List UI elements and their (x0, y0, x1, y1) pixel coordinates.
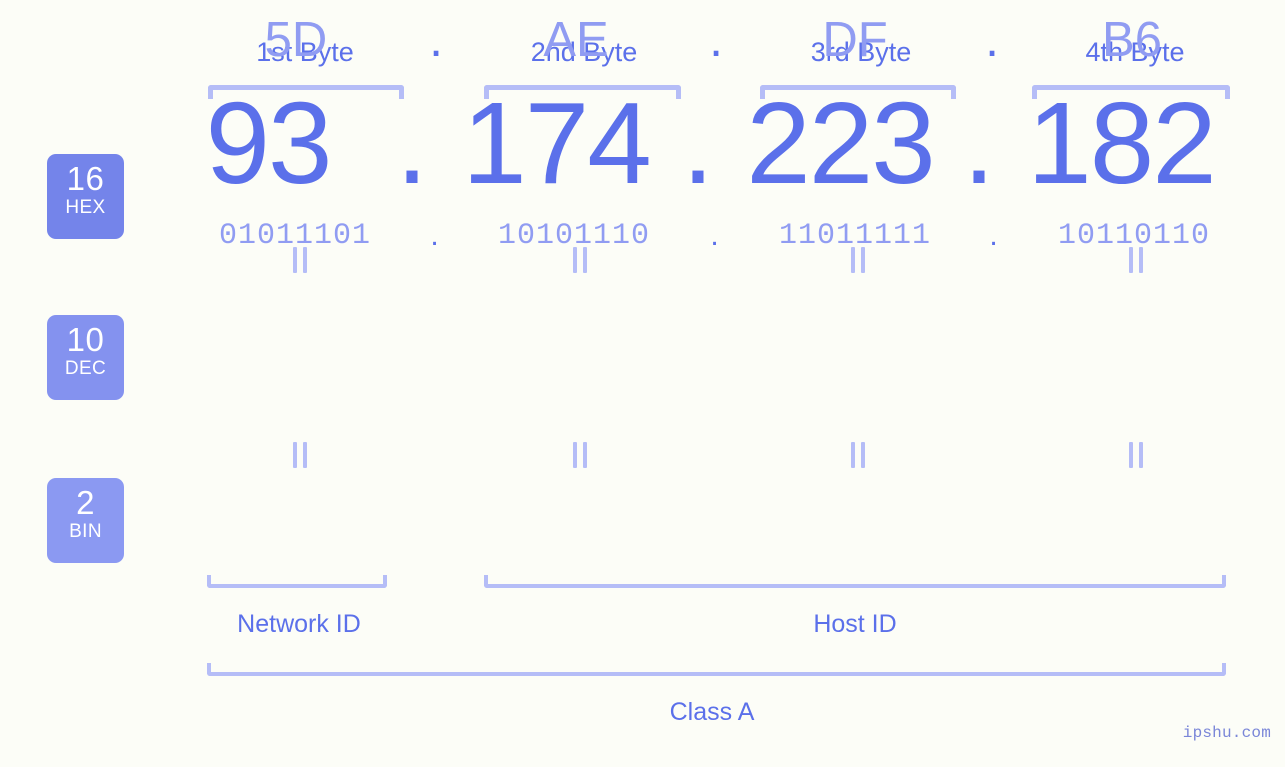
hex-row: 5D . AE . DF . B6 (0, 0, 1285, 80)
base-badge-hex: 16 HEX (47, 154, 124, 239)
dec-value-byte-1: 93 (205, 78, 332, 208)
equality-mark-dec-bin-2 (573, 442, 587, 468)
network-id-bracket (207, 575, 387, 588)
dec-value-byte-3: 223 (746, 78, 936, 208)
hex-value-byte-3: DF (822, 13, 888, 67)
bin-value-byte-3: 11011111 (778, 219, 932, 253)
hex-value-byte-2: AE (543, 13, 609, 67)
dec-value-byte-4: 182 (1027, 78, 1217, 208)
class-label: Class A (669, 698, 755, 726)
bin-value-byte-4: 10110110 (1057, 219, 1211, 253)
dec-row: 93 . 174 . 223 . 182 (0, 80, 1285, 206)
bin-value-byte-2: 10101110 (497, 219, 651, 253)
hex-value-byte-4: B6 (1102, 13, 1162, 67)
bin-row: 01011101 . 10101110 . 11011111 . 1011011… (0, 206, 1285, 266)
base-badge-bin-name: BIN (69, 521, 102, 542)
base-badge-hex-number: 16 (66, 160, 105, 197)
base-badge-hex-name: HEX (65, 197, 106, 218)
hex-separator-2: . (709, 13, 723, 67)
host-id-label: Host ID (813, 610, 897, 638)
hex-separator-1: . (429, 13, 443, 67)
site-watermark: ipshu.com (1182, 724, 1271, 742)
dec-value-byte-2: 174 (462, 78, 652, 208)
class-bracket (207, 663, 1226, 676)
bin-separator-1: . (430, 219, 440, 252)
host-id-bracket (484, 575, 1226, 588)
base-badge-dec: 10 DEC (47, 315, 124, 400)
equality-mark-dec-bin-3 (851, 442, 865, 468)
hex-separator-3: . (985, 13, 999, 67)
equality-mark-dec-bin-1 (293, 442, 307, 468)
bin-separator-2: . (710, 219, 720, 252)
hex-value-byte-1: 5D (264, 13, 328, 67)
base-badge-dec-name: DEC (64, 358, 107, 379)
base-badge-bin-number: 2 (76, 484, 95, 521)
equality-mark-dec-bin-4 (1129, 442, 1143, 468)
base-badge-dec-number: 10 (66, 321, 105, 358)
bin-value-byte-1: 01011101 (218, 219, 372, 253)
ip-breakdown-diagram: 1st Byte 2nd Byte 3rd Byte 4th Byte 16 H… (0, 0, 1285, 767)
base-badge-bin: 2 BIN (47, 478, 124, 563)
network-id-label: Network ID (237, 610, 361, 638)
bin-separator-3: . (989, 219, 999, 252)
